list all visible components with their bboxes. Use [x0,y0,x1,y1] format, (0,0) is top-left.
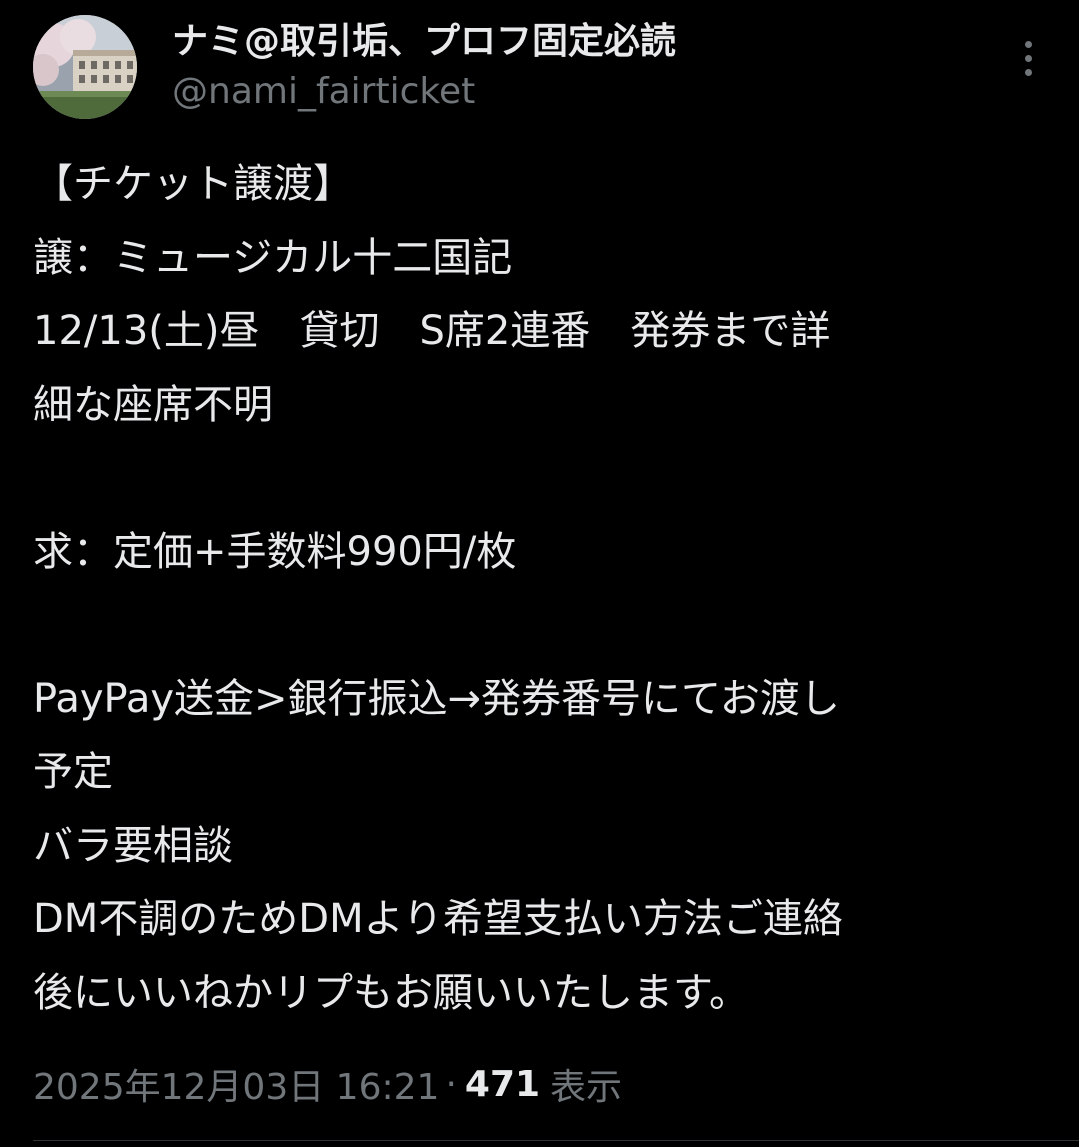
tweet-meta: 2025年12月03日 16:21 · 471 表示 [33,1056,622,1112]
views-count[interactable]: 471 [465,1064,540,1105]
tweet-line: 【チケット譲渡】 [33,161,353,207]
timestamp-link[interactable]: 2025年12月03日 16:21 [33,1058,439,1110]
user-handle[interactable]: @nami_fairticket [172,68,475,116]
tweet-line: 譲：ミュージカル十二国記 [33,234,513,281]
views-label: 表示 [550,1067,623,1108]
avatar-photo-icon [33,15,137,119]
tweet-line: 求：定価+手数料990円/枚 [33,528,517,575]
tweet-line: 後にいいねかリプもお願いいたします。 [33,969,749,1016]
avatar[interactable] [33,15,137,119]
display-name[interactable]: ナミ@取引垢、プロフ固定必読 [172,18,676,66]
meta-separator: · [445,1063,457,1105]
tweet-line: バラ要相談 [33,822,233,869]
tweet-line: PayPay送金>銀行振込→発券番号にてお渡し [33,675,840,722]
more-vertical-icon [1024,40,1032,48]
more-vertical-icon-dot [1024,54,1032,62]
tweet-line: 予定 [33,749,113,795]
tweet-line: 12/13(土)昼 貸切 S席2連番 発券まで詳 [33,308,831,354]
tweet-line: 細な座席不明 [33,381,273,428]
tweet-text: 【チケット譲渡】 譲：ミュージカル十二国記 12/13(土)昼 貸切 S席2連番… [33,148,1053,1030]
divider [33,1140,1079,1141]
tweet-line: DM不調のためDMより希望支払い方法ご連絡 [33,896,843,942]
tweet-header: ナミ@取引垢、プロフ固定必読 @nami_fairticket [0,0,1079,140]
more-vertical-icon-dot [1024,68,1032,76]
more-options-button[interactable] [1008,36,1048,80]
